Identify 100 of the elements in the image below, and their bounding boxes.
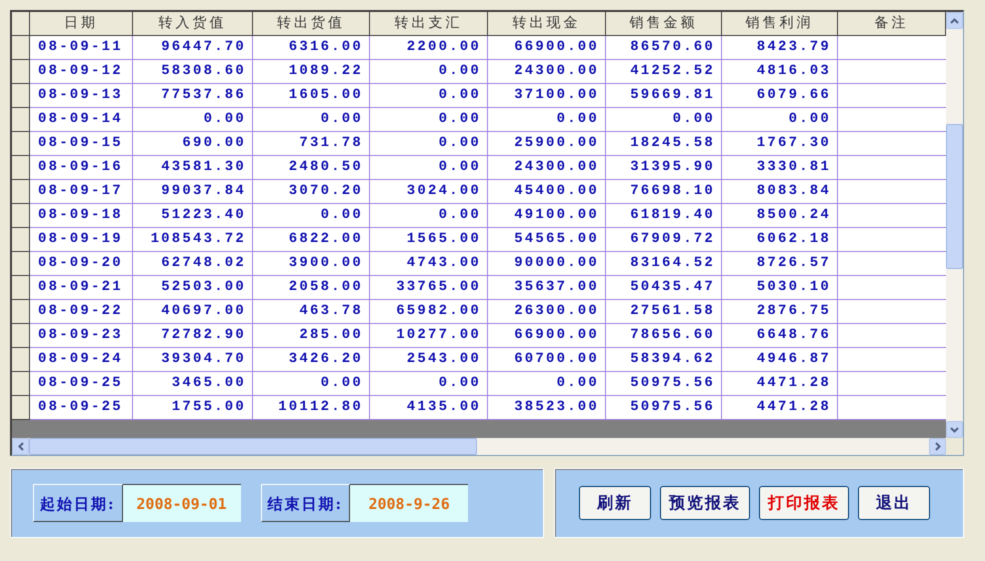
scroll-thumb[interactable]	[946, 124, 963, 269]
scroll-down-icon[interactable]	[946, 421, 963, 438]
row-selector[interactable]	[12, 396, 30, 420]
row-selector[interactable]	[12, 348, 30, 372]
row-selector[interactable]	[12, 36, 30, 60]
scrollbar-corner	[946, 438, 963, 455]
table-cell: 08-09-13	[30, 84, 133, 108]
table-cell: 40697.00	[133, 300, 253, 324]
table-cell: 08-09-24	[30, 348, 133, 372]
field-label: 起始日期:	[33, 484, 123, 522]
table-cell: 59669.81	[606, 84, 722, 108]
table-cell: 8500.24	[722, 204, 838, 228]
column-header[interactable]: 转出现金	[488, 12, 606, 36]
table-cell: 65982.00	[370, 300, 488, 324]
table-cell: 37100.00	[488, 84, 606, 108]
action-button[interactable]: 打印报表	[759, 486, 849, 520]
scroll-right-icon[interactable]	[929, 438, 946, 455]
table-cell: 285.00	[253, 324, 370, 348]
table-cell: 33765.00	[370, 276, 488, 300]
column-header[interactable]: 转出货值	[253, 12, 370, 36]
table-cell: 5030.10	[722, 276, 838, 300]
row-selector[interactable]	[12, 252, 30, 276]
table-cell: 731.78	[253, 132, 370, 156]
action-button[interactable]: 预览报表	[660, 486, 750, 520]
table-cell: 76698.10	[606, 180, 722, 204]
table-cell: 99037.84	[133, 180, 253, 204]
scroll-thumb[interactable]	[29, 438, 477, 455]
column-header[interactable]: 销售金额	[606, 12, 722, 36]
table-cell: 18245.58	[606, 132, 722, 156]
column-header[interactable]: 转出支汇	[370, 12, 488, 36]
table-cell: 39304.70	[133, 348, 253, 372]
table-cell: 0.00	[488, 108, 606, 132]
action-button[interactable]: 退出	[858, 486, 930, 520]
table-cell: 08-09-15	[30, 132, 133, 156]
table-cell: 6822.00	[253, 228, 370, 252]
table-cell: 0.00	[606, 108, 722, 132]
table-cell: 26300.00	[488, 300, 606, 324]
column-header[interactable]: 销售利润	[722, 12, 838, 36]
row-selector[interactable]	[12, 276, 30, 300]
table-cell: 08-09-22	[30, 300, 133, 324]
table-cell: 6062.18	[722, 228, 838, 252]
table-cell: 4471.28	[722, 372, 838, 396]
table-cell: 08-09-19	[30, 228, 133, 252]
column-header[interactable]: 日期	[30, 12, 133, 36]
table-cell: 50975.56	[606, 372, 722, 396]
horizontal-scrollbar[interactable]	[12, 438, 963, 455]
field-label: 结束日期:	[260, 484, 350, 522]
table-cell: 66900.00	[488, 36, 606, 60]
table-cell: 90000.00	[488, 252, 606, 276]
table-cell: 52503.00	[133, 276, 253, 300]
column-header[interactable]: 备注	[838, 12, 946, 36]
table-cell: 0.00	[253, 108, 370, 132]
table-cell: 2200.00	[370, 36, 488, 60]
table-cell: 54565.00	[488, 228, 606, 252]
table-cell: 35637.00	[488, 276, 606, 300]
table-cell: 83164.52	[606, 252, 722, 276]
row-selector[interactable]	[12, 132, 30, 156]
table-cell: 24300.00	[488, 60, 606, 84]
table-cell: 96447.70	[133, 36, 253, 60]
table-cell: 2876.75	[722, 300, 838, 324]
row-selector[interactable]	[12, 204, 30, 228]
row-selector[interactable]	[12, 84, 30, 108]
table-cell: 463.78	[253, 300, 370, 324]
table-cell: 0.00	[253, 204, 370, 228]
row-selector[interactable]	[12, 156, 30, 180]
row-selector[interactable]	[12, 372, 30, 396]
table-cell: 6079.66	[722, 84, 838, 108]
row-selector[interactable]	[12, 324, 30, 348]
table-cell: 08-09-23	[30, 324, 133, 348]
action-button[interactable]: 刷新	[579, 486, 651, 520]
table-cell: 0.00	[370, 60, 488, 84]
table-cell: 8083.84	[722, 180, 838, 204]
scroll-up-icon[interactable]	[946, 12, 963, 29]
table-cell: 62748.02	[133, 252, 253, 276]
table-cell: 0.00	[370, 372, 488, 396]
table-cell: 6316.00	[253, 36, 370, 60]
table-cell: 41252.52	[606, 60, 722, 84]
column-header[interactable]: 转入货值	[133, 12, 253, 36]
table-cell: 0.00	[488, 372, 606, 396]
table-cell: 58394.62	[606, 348, 722, 372]
table-cell: 108543.72	[133, 228, 253, 252]
table-cell: 08-09-25	[30, 372, 133, 396]
row-selector[interactable]	[12, 108, 30, 132]
table-cell: 1605.00	[253, 84, 370, 108]
table-cell: 58308.60	[133, 60, 253, 84]
table-cell: 25900.00	[488, 132, 606, 156]
table-cell: 24300.00	[488, 156, 606, 180]
table-cell: 3900.00	[253, 252, 370, 276]
table-cell: 67909.72	[606, 228, 722, 252]
vertical-scrollbar[interactable]	[946, 12, 963, 438]
row-selector[interactable]	[12, 60, 30, 84]
row-selector[interactable]	[12, 300, 30, 324]
table-cell: 0.00	[370, 108, 488, 132]
table-cell: 4816.03	[722, 60, 838, 84]
table-cell: 60700.00	[488, 348, 606, 372]
row-selector[interactable]	[12, 228, 30, 252]
table-cell: 08-09-21	[30, 276, 133, 300]
row-selector[interactable]	[12, 180, 30, 204]
table-cell: 1767.30	[722, 132, 838, 156]
scroll-left-icon[interactable]	[12, 438, 29, 455]
